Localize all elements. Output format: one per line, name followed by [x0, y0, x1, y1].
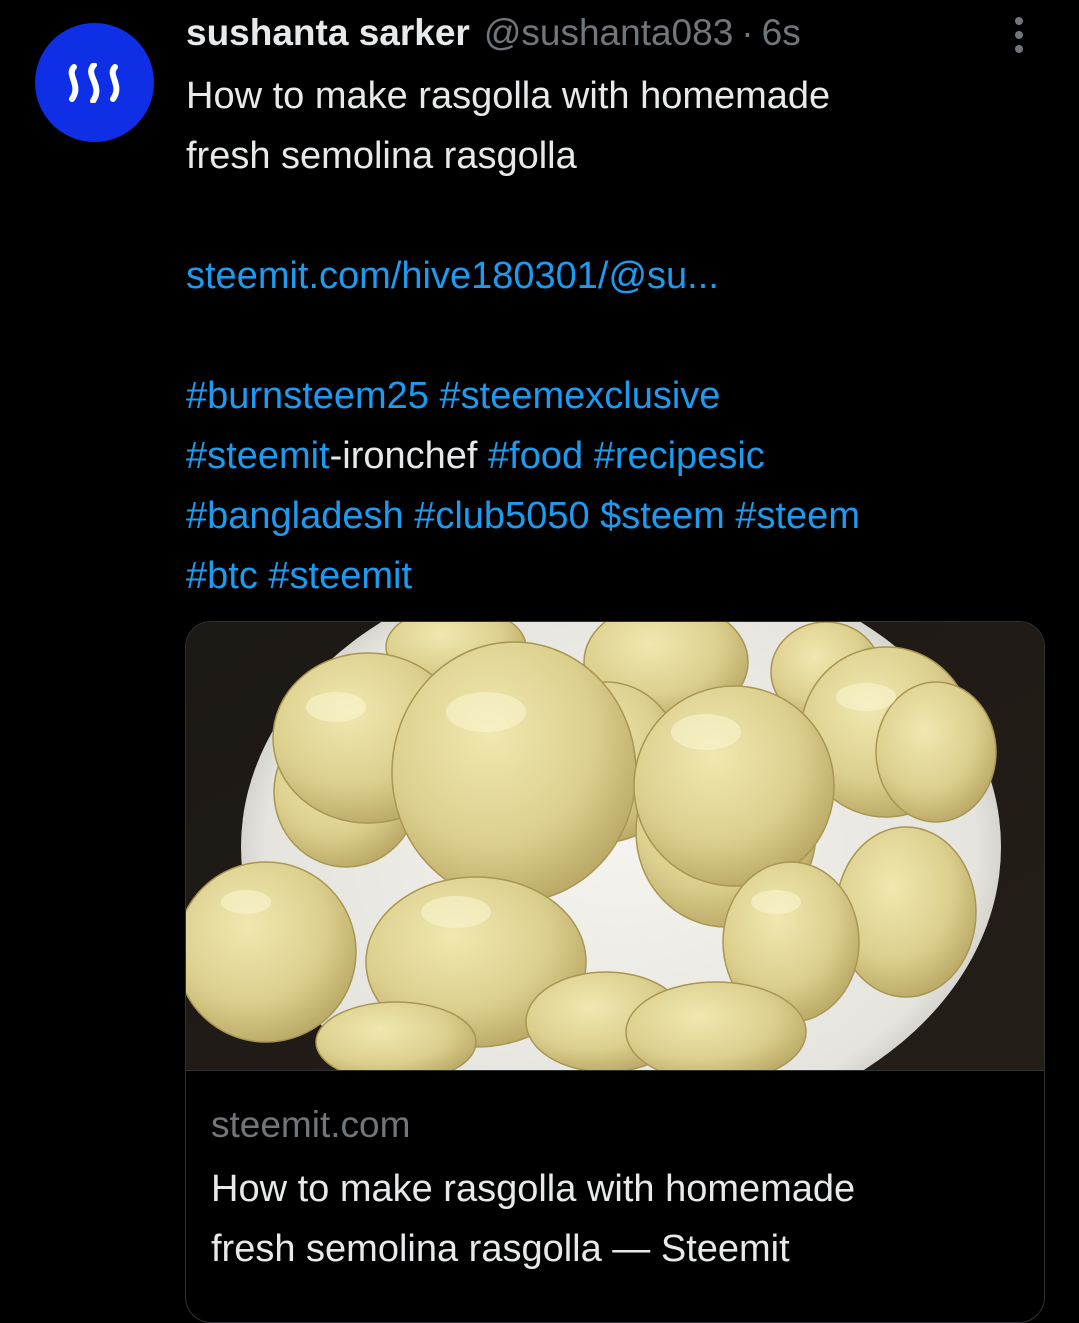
avatar[interactable]	[35, 23, 154, 142]
hashtag-steemexclusive[interactable]: #steemexclusive	[440, 375, 721, 417]
card-info[interactable]: steemit.com How to make rasgolla with ho…	[186, 1070, 1044, 1322]
hashtag-ironchef-text: -ironchef	[329, 435, 478, 477]
hashtag-btc[interactable]: #btc	[186, 555, 258, 597]
tweet-header: sushanta sarker @sushanta083 · 6s	[186, 10, 999, 56]
hashtag-steem[interactable]: #steem	[735, 495, 860, 537]
separator-dot: ·	[741, 12, 754, 53]
tweet-timestamp[interactable]: 6s	[762, 12, 801, 54]
hashtag-food[interactable]: #food	[488, 435, 583, 477]
tweet-title-line: fresh semolina rasgolla	[186, 135, 577, 177]
author-handle[interactable]: @sushanta083	[484, 12, 733, 54]
tweet-title-line: How to make rasgolla with homemade	[186, 75, 831, 117]
rasgolla-photo	[186, 622, 1044, 1070]
card-title: How to make rasgolla with homemade fresh…	[211, 1159, 1031, 1279]
hashtag-burnsteem25[interactable]: #burnsteem25	[186, 375, 429, 417]
hashtag-recipesic[interactable]: #recipesic	[594, 435, 765, 477]
card-image[interactable]	[186, 622, 1044, 1070]
cashtag-steem[interactable]: $steem	[600, 495, 725, 537]
hashtag-club5050[interactable]: #club5050	[414, 495, 589, 537]
more-options-button[interactable]	[998, 14, 1040, 56]
tweet-link[interactable]: steemit.com/hive180301/@su...	[186, 255, 719, 297]
hashtag-steemit[interactable]: #steemit	[268, 555, 412, 597]
hashtag-steemit-prefix[interactable]: #steemit	[186, 435, 330, 477]
card-title-line: fresh semolina rasgolla — Steemit	[211, 1228, 790, 1270]
card-domain: steemit.com	[211, 1104, 411, 1145]
steem-logo-icon	[68, 62, 119, 103]
hashtag-bangladesh[interactable]: #bangladesh	[186, 495, 404, 537]
card-title-line: How to make rasgolla with homemade	[211, 1168, 856, 1210]
more-vertical-icon	[1015, 17, 1023, 53]
link-preview-card[interactable]: steemit.com How to make rasgolla with ho…	[185, 621, 1045, 1323]
author-display-name[interactable]: sushanta sarker	[186, 12, 470, 54]
tweet-text: How to make rasgolla with homemade fresh…	[186, 66, 1066, 606]
